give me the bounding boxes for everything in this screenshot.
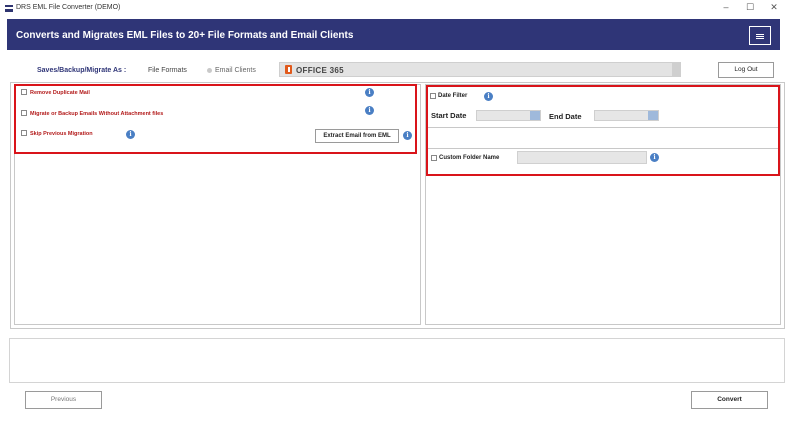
email-clients-radio[interactable]: Email Clients: [207, 67, 256, 74]
saveas-label: Saves/Backup/Migrate As :: [37, 67, 127, 74]
date-filter-checkbox[interactable]: [430, 93, 436, 99]
email-clients-label: Email Clients: [215, 67, 256, 74]
info-icon[interactable]: i: [650, 153, 659, 162]
filter-divider: [428, 148, 778, 149]
status-log-area: [9, 338, 785, 383]
radio-selected-icon: [207, 67, 212, 73]
window-title: DRS EML File Converter (DEMO): [16, 4, 121, 11]
app-menu-icon: [5, 5, 13, 12]
info-icon[interactable]: i: [365, 106, 374, 115]
custom-folder-input[interactable]: [517, 151, 647, 164]
info-icon[interactable]: i: [403, 131, 412, 140]
skip-previous-checkbox[interactable]: [21, 130, 27, 136]
info-icon[interactable]: i: [365, 88, 374, 97]
logout-button[interactable]: Log Out: [718, 62, 774, 78]
filter-divider: [428, 127, 778, 128]
date-filter-label: Date Filter: [438, 93, 468, 99]
info-icon[interactable]: i: [484, 92, 493, 101]
office365-icon: [285, 65, 292, 74]
convert-button[interactable]: Convert: [691, 391, 768, 409]
custom-folder-checkbox[interactable]: [431, 155, 437, 161]
start-date-picker[interactable]: [476, 110, 541, 121]
window-titlebar: DRS EML File Converter (DEMO) – ☐ ✕: [0, 0, 792, 18]
banner-title: Converts and Migrates EML Files to 20+ F…: [16, 30, 354, 41]
without-attachment-label: Migrate or Backup Emails Without Attachm…: [30, 111, 164, 117]
calendar-icon[interactable]: [530, 111, 540, 120]
hamburger-menu-button[interactable]: [749, 26, 771, 45]
skip-previous-label: Skip Previous Migration: [30, 131, 93, 137]
custom-folder-label: Custom Folder Name: [439, 155, 500, 161]
remove-duplicate-checkbox[interactable]: [21, 89, 27, 95]
file-formats-radio[interactable]: File Formats: [148, 67, 187, 74]
info-icon[interactable]: i: [126, 130, 135, 139]
without-attachment-checkbox[interactable]: [21, 110, 27, 116]
extract-email-button[interactable]: Extract Email from EML: [315, 129, 399, 143]
app-banner: Converts and Migrates EML Files to 20+ F…: [7, 19, 780, 50]
end-date-label: End Date: [549, 112, 582, 121]
previous-button[interactable]: Previous: [25, 391, 102, 409]
remove-duplicate-label: Remove Duplicate Mail: [30, 90, 90, 96]
end-date-picker[interactable]: [594, 110, 659, 121]
minimize-icon[interactable]: –: [719, 2, 733, 12]
maximize-icon[interactable]: ☐: [743, 2, 757, 13]
selected-format: OFFICE 365: [296, 66, 344, 75]
select-scrollbar[interactable]: [672, 63, 680, 76]
start-date-label: Start Date: [431, 111, 467, 120]
file-formats-label: File Formats: [148, 67, 187, 74]
hamburger-icon: [756, 34, 764, 39]
output-format-select[interactable]: OFFICE 365: [279, 62, 681, 77]
calendar-icon[interactable]: [648, 111, 658, 120]
close-icon[interactable]: ✕: [767, 2, 781, 13]
